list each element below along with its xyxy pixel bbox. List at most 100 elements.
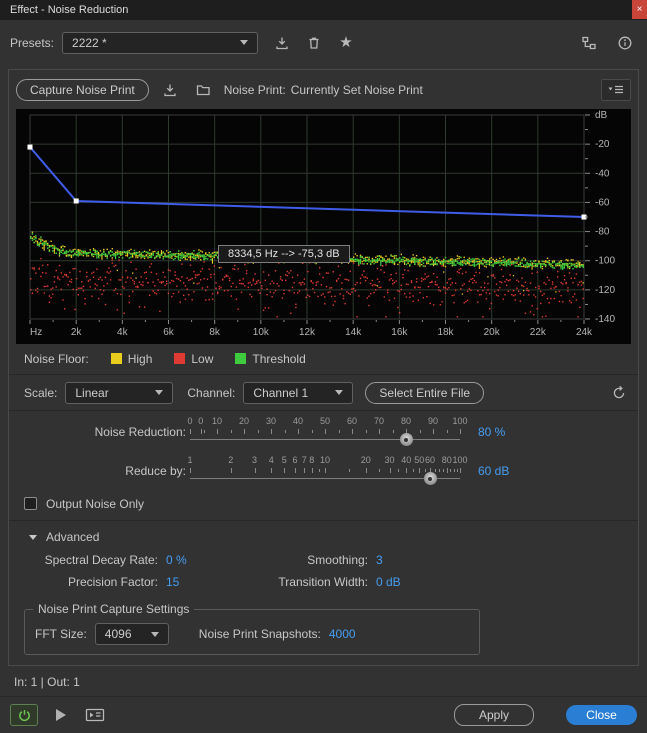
noise-reduction-value: 80 % [478,425,506,439]
slider-tick-label: 70 [373,416,385,426]
slider-tick-label: 90 [427,416,439,426]
load-noise-print-button[interactable] [191,79,215,101]
capture-noise-print-button[interactable]: Capture Noise Print [16,79,149,101]
slider-tick-label: 60 [346,416,358,426]
reset-icon [613,385,625,398]
slider-tick-label: 50 [319,416,331,426]
delete-preset-button[interactable] [302,32,326,54]
slider-tick [271,468,273,473]
slider-tick [389,468,391,473]
bottom-toolbar: Apply Close [0,697,647,733]
precision-factor-value[interactable]: 15 [158,575,268,589]
slider-tick [298,429,299,434]
slider-tick [446,430,448,433]
slider-tick-label: 0 [187,416,193,426]
select-entire-file-button[interactable]: Select Entire File [365,381,485,404]
divider [9,410,638,411]
advanced-params-row: Precision Factor: 15 Transition Width: 0… [16,571,631,593]
title-bar[interactable]: Effect - Noise Reduction [0,0,647,20]
slider-tick [352,429,353,434]
svg-text:-20: -20 [595,139,610,150]
envelope-point [27,144,33,150]
svg-text:-40: -40 [595,168,610,179]
slider-tick [217,429,218,434]
slider-tick-label: 50 [414,455,425,465]
slider-tick-label: 100 [452,455,468,465]
reset-button[interactable] [607,382,631,404]
slider-tick [379,429,380,434]
slider-tick-label: 5 [281,455,287,465]
favorite-preset-button[interactable]: ★ [334,32,358,54]
slider-handle[interactable] [399,433,413,446]
save-noise-print-button[interactable] [158,79,182,101]
close-button[interactable]: Close [566,705,637,725]
window-close-button[interactable]: × [632,0,647,19]
slider-track[interactable] [190,478,460,479]
routing-icon [582,36,596,49]
slider-tick-label: 1 [187,455,193,465]
panel-menu-button[interactable] [601,79,631,101]
svg-text:-100: -100 [595,256,615,267]
slider-tick [450,469,452,472]
svg-text:18k: 18k [437,327,454,338]
slider-tick [348,469,350,472]
channel-dropdown[interactable]: Channel 1 [243,381,354,404]
slider-handle[interactable] [423,472,437,485]
frequency-graph[interactable]: dB -20 -40 -60 -80 -100 -120 -140 Hz 2k 4k 6k 8k 10k 1… [16,109,631,344]
apply-button[interactable]: Apply [454,704,534,726]
slider-tick [443,469,445,472]
info-button[interactable] [613,32,637,54]
legend-title: Noise Floor: [24,351,89,366]
save-preset-button[interactable] [270,32,294,54]
noise-reduction-label: Noise Reduction: [94,425,186,439]
slider-tick [419,468,421,473]
noise-graph-svg[interactable]: dB -20 -40 -60 -80 -100 -120 -140 Hz 2k 4k 6k 8k 10k 1… [16,109,631,344]
routing-button[interactable] [577,32,601,54]
scale-dropdown[interactable]: Linear [65,381,174,404]
slider-tick [304,468,306,473]
slider-tick [392,430,394,433]
preview-editor-toggle[interactable] [84,705,106,725]
reduce-by-slider[interactable]: 1 2 3 4 5 6 7 8 10 20 30 40 50 60 80 100 [186,454,468,489]
svg-text:22k: 22k [530,327,547,338]
chevron-down-icon [29,534,37,540]
smoothing-value[interactable]: 3 [368,553,383,567]
noise-reduction-row: Noise Reduction: 0 0 10 20 30 40 50 60 70 80 90 100… [16,415,631,450]
svg-text:12k: 12k [299,327,316,338]
slider-tick [419,430,421,433]
slider-tick [284,468,286,473]
fft-size-dropdown[interactable]: 4096 [94,623,169,645]
slider-tick [284,430,286,433]
snapshots-value[interactable]: 4000 [329,627,356,641]
slider-tick [311,430,313,433]
spectral-decay-value[interactable]: 0 % [158,553,268,567]
info-icon [618,36,632,49]
output-noise-only-label: Output Noise Only [46,496,145,511]
slider-tick-label: 3 [252,455,258,465]
slider-tick [398,469,400,472]
channel-label: Channel: [187,385,236,400]
output-noise-only-checkbox[interactable] [24,497,37,510]
advanced-title: Advanced [46,530,100,544]
presets-dropdown[interactable]: 2222 * [62,31,259,54]
slider-tick-label: 40 [292,416,304,426]
noise-reduction-slider[interactable]: 0 0 10 20 30 40 50 60 70 80 90 100 [186,415,468,450]
scale-label: Scale: [24,385,58,400]
transition-width-value[interactable]: 0 dB [368,575,401,589]
svg-text:14k: 14k [345,327,362,338]
capture-noise-print-label: Capture Noise Print [30,83,135,97]
slider-tick [325,468,326,473]
legend-threshold-label: Threshold [252,351,306,366]
preview-play-button[interactable] [50,705,72,725]
slider-tick [318,469,320,472]
close-icon: × [636,4,643,15]
advanced-section-toggle[interactable]: Advanced [16,525,631,549]
legend-threshold-swatch [235,353,247,364]
slider-track[interactable] [190,439,460,440]
slider-tick-label: 2 [228,455,234,465]
svg-text:-120: -120 [595,285,615,296]
slider-tick-label: 30 [265,416,277,426]
effect-power-toggle[interactable] [10,704,38,726]
svg-text:-60: -60 [595,197,610,208]
presets-value: 2222 * [72,35,107,50]
